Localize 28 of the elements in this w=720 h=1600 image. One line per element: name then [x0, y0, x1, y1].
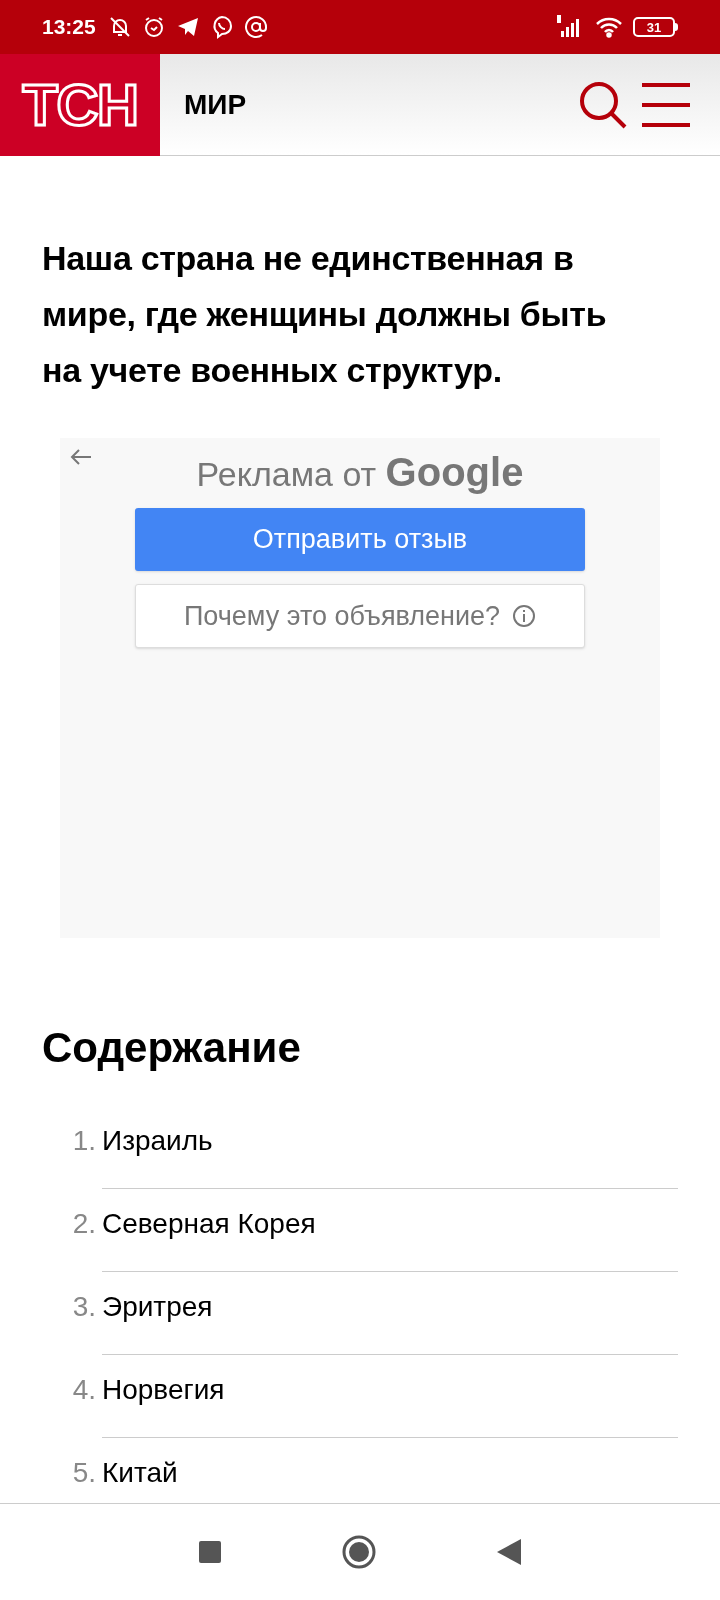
list-number: 3. [71, 1290, 97, 1324]
status-time: 13:25 [42, 14, 96, 41]
battery-icon: 31 [633, 17, 678, 37]
article-paragraph: Наша страна не единственная в мире, где женщины должны быть на учете военных структур. [42, 238, 608, 391]
contents-link[interactable]: Норвегия [102, 1369, 225, 1411]
feedback-button[interactable]: Отправить отзыв [135, 508, 585, 571]
info-icon [512, 604, 537, 628]
contents-heading: Содержание [42, 1023, 302, 1073]
search-icon[interactable] [578, 79, 628, 130]
at-sign-icon [243, 15, 268, 39]
home-icon[interactable] [341, 1534, 377, 1570]
section-title[interactable]: МИР [184, 83, 247, 126]
list-number: 4. [71, 1373, 97, 1407]
list-number: 5. [71, 1456, 97, 1490]
contents-link[interactable]: Северная Корея [102, 1203, 316, 1245]
ad-title: Реклама от Google [196, 449, 524, 496]
contents-link[interactable]: Израиль [102, 1120, 213, 1162]
contents-link[interactable]: Китай [102, 1452, 178, 1494]
logo[interactable]: ТСН [0, 53, 160, 156]
why-this-ad-button[interactable]: Почему это объявление? [135, 584, 585, 648]
list-number: 1. [71, 1124, 97, 1158]
list-number: 2. [71, 1207, 97, 1241]
contents-link[interactable]: Эритрея [102, 1286, 213, 1328]
back-icon[interactable] [497, 1539, 521, 1565]
wifi-icon [595, 15, 623, 39]
menu-icon[interactable] [642, 80, 690, 129]
back-arrow-icon[interactable] [70, 448, 92, 466]
muted-bell-icon [107, 15, 132, 39]
